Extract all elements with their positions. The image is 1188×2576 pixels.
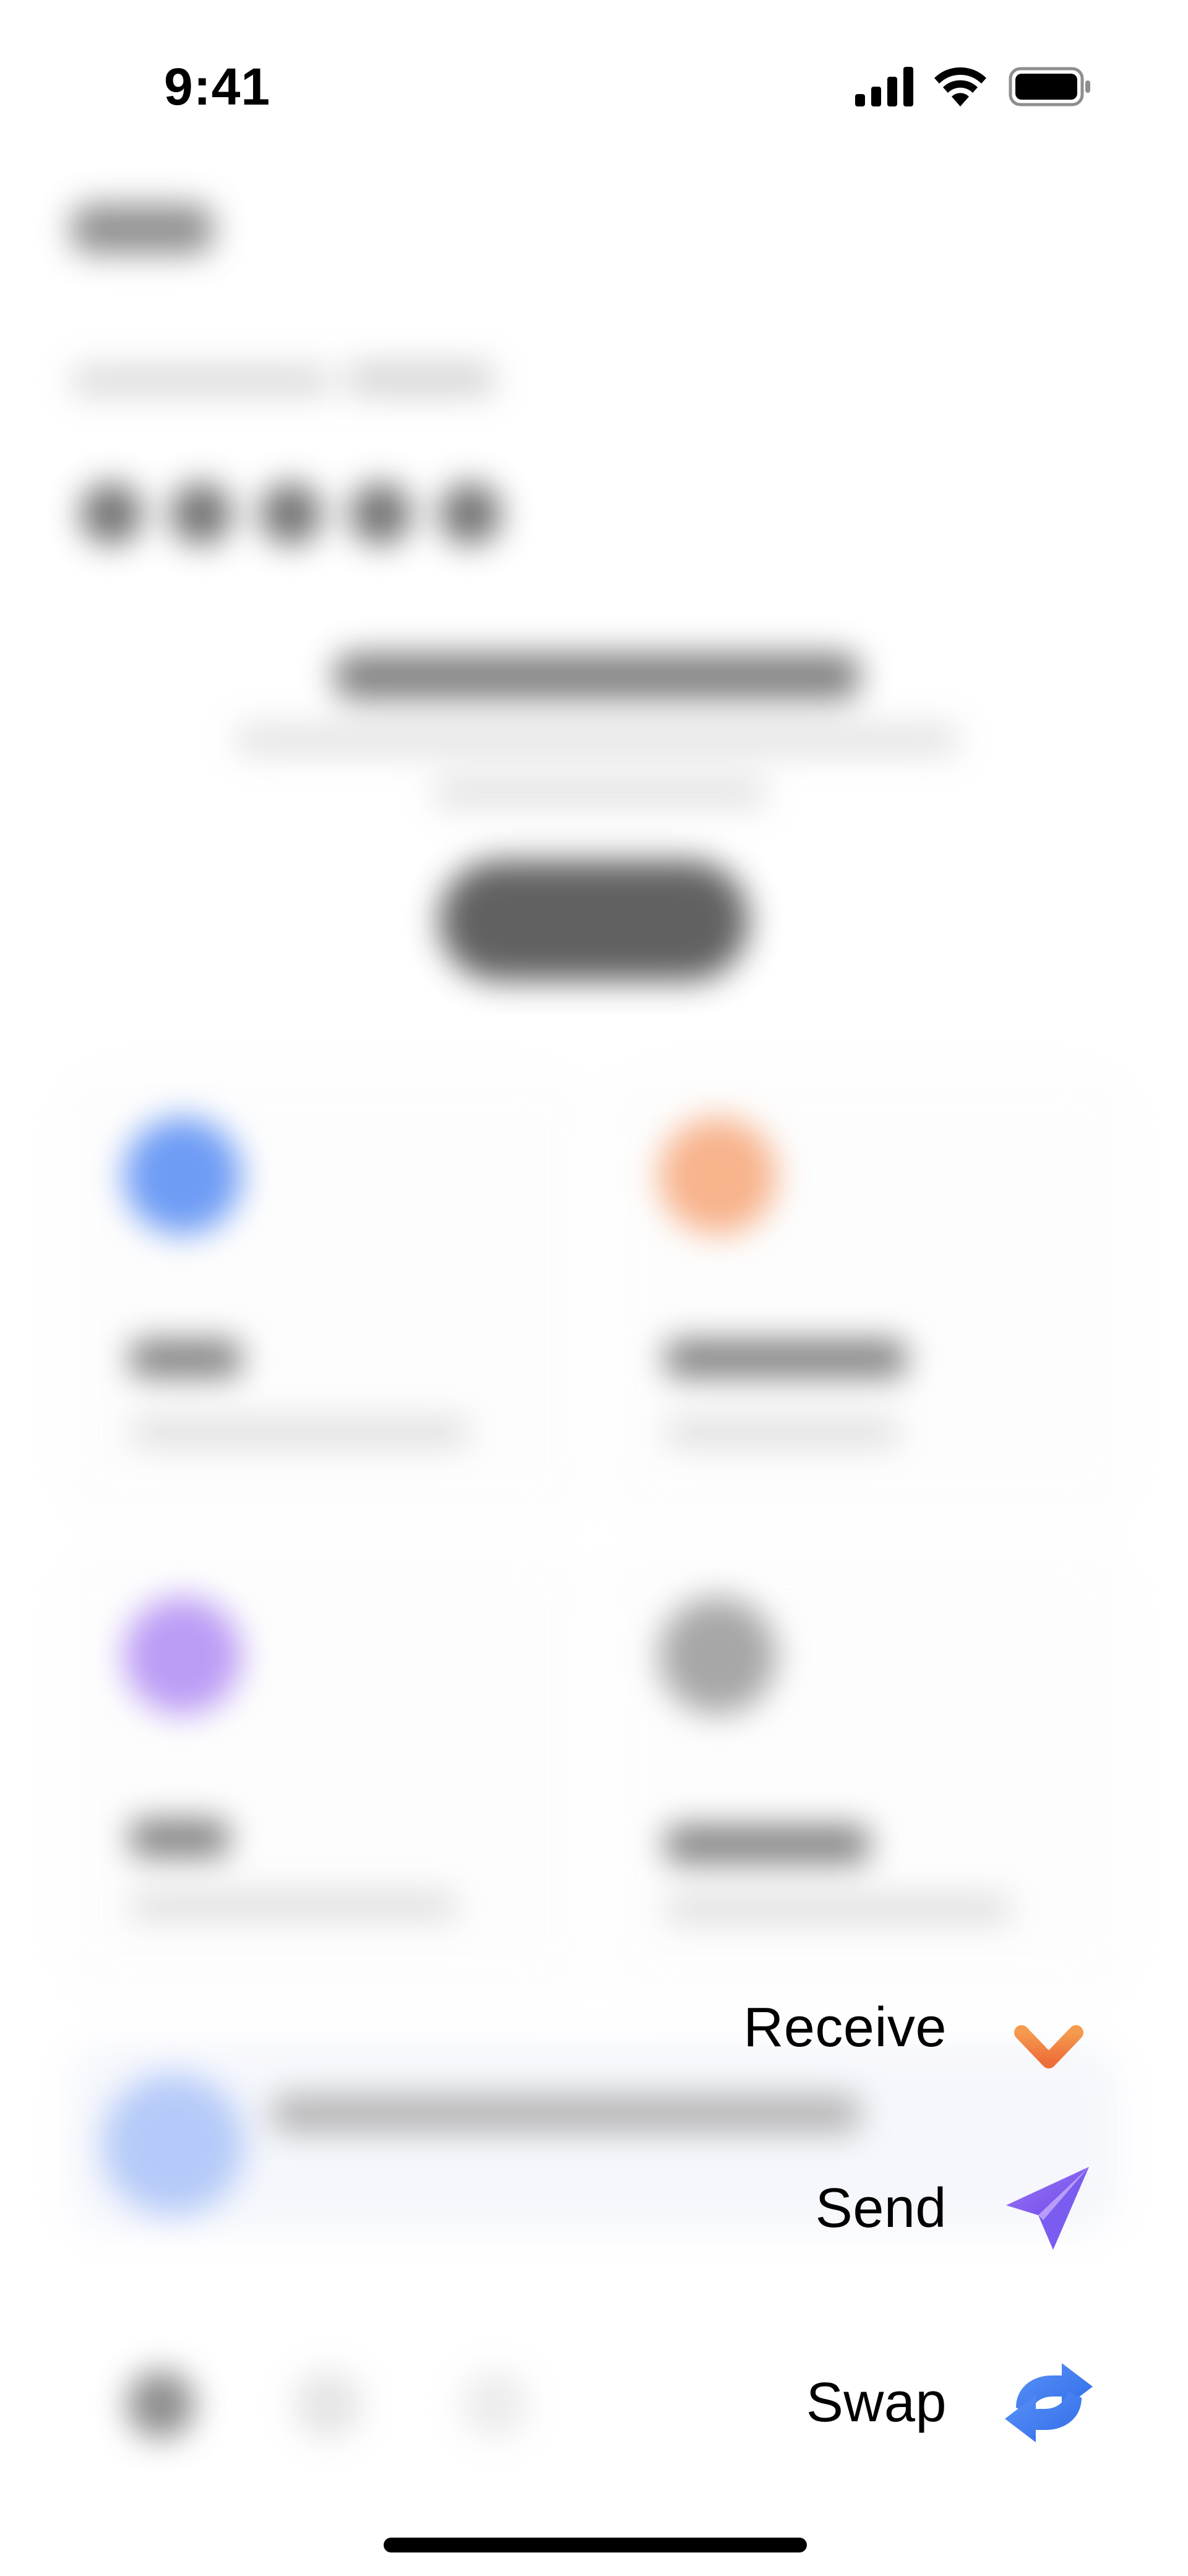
cellular-signal-icon	[855, 67, 913, 106]
battery-icon	[1009, 67, 1090, 106]
send-action[interactable]: Send	[816, 2146, 1095, 2270]
swap-action[interactable]: Swap	[806, 2341, 1095, 2465]
status-time: 9:41	[164, 58, 271, 116]
screen: 9:41 Receive Send Swap	[0, 0, 1188, 2576]
action-menu: Receive Send Swap	[0, 0, 1188, 2576]
arrow-down-icon	[1002, 1981, 1095, 2074]
swap-label: Swap	[806, 2371, 947, 2434]
receive-label: Receive	[743, 1996, 947, 2059]
wifi-icon	[934, 67, 986, 106]
paper-plane-icon	[1002, 2162, 1095, 2255]
home-indicator[interactable]	[384, 2538, 807, 2552]
status-bar: 9:41	[0, 0, 1188, 149]
swap-arrows-icon	[1002, 2356, 1095, 2449]
send-label: Send	[815, 2177, 947, 2239]
receive-action[interactable]: Receive	[743, 1966, 1095, 2090]
